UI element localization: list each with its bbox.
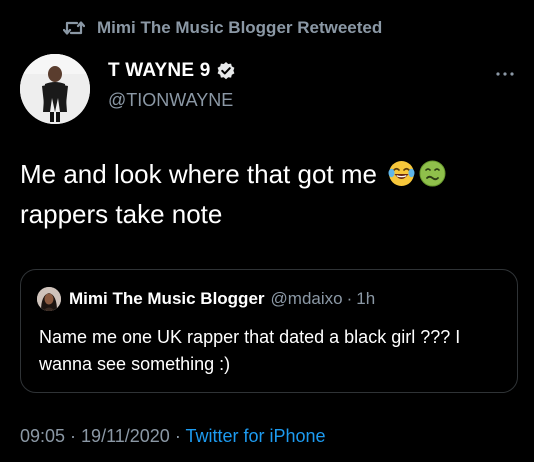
author-handle[interactable]: @TIONWAYNE [108, 90, 233, 111]
quoted-tweet-header: Mimi The Music Blogger @mdaixo · 1h [37, 287, 375, 311]
retweet-indicator[interactable]: Mimi The Music Blogger Retweeted [63, 15, 382, 41]
tweet-line-1-text: Me and look where that got me [20, 159, 377, 189]
tweet-line-1: Me and look where that got me [20, 154, 520, 194]
display-name-row[interactable]: T WAYNE 9 [108, 60, 236, 82]
display-name: T WAYNE 9 [108, 60, 211, 81]
quoted-tweet-time: 1h [356, 289, 376, 308]
face-with-tears-of-joy-emoji-icon [388, 158, 415, 186]
retweet-label: Mimi The Music Blogger Retweeted [97, 18, 383, 37]
tweet-text: Me and look where that got me rappers ta… [20, 154, 520, 234]
avatar[interactable] [20, 54, 90, 124]
quoted-tweet-handle: @mdaixo [270, 289, 343, 308]
quoted-tweet-separator: · [346, 289, 353, 308]
quoted-tweet-card[interactable]: Mimi The Music Blogger @mdaixo · 1h Name… [20, 269, 518, 393]
verified-badge-icon [216, 61, 236, 81]
more-options-icon[interactable] [494, 66, 516, 76]
tweet-time[interactable]: 09:05 [20, 426, 65, 446]
meta-separator: · [169, 426, 186, 446]
nauseated-face-emoji-icon [419, 158, 446, 187]
quoted-tweet-text: Name me one UK rapper that dated a black… [39, 327, 461, 374]
meta-separator: · [65, 426, 82, 446]
tweet-line-2: rappers take note [20, 199, 223, 229]
quoted-tweet-display-name: Mimi The Music Blogger [69, 289, 265, 308]
retweet-icon [63, 19, 85, 37]
tweet-date[interactable]: 19/11/2020 [81, 426, 170, 446]
tweet-metadata: 09:05 · 19/11/2020 · Twitter for iPhone [20, 426, 326, 447]
tweet-author: T WAYNE 9 @TIONWAYNE [20, 54, 520, 126]
tweet-source-link[interactable]: Twitter for iPhone [185, 426, 325, 446]
quoted-tweet-avatar[interactable] [37, 287, 61, 311]
